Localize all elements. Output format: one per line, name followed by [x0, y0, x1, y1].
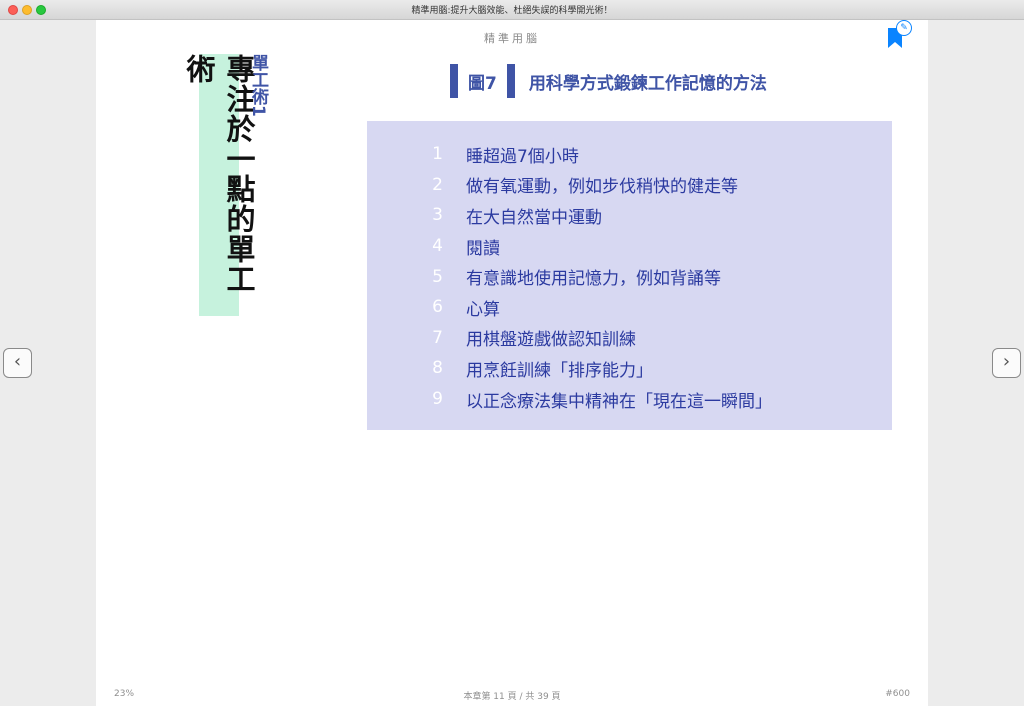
location-number: #600 [885, 689, 910, 699]
item-number: 7 [432, 327, 443, 348]
figure-bar-left [450, 64, 458, 98]
item-text: 閱讀 [466, 238, 500, 259]
list-item: 9 以正念療法集中精神在「現在這一瞬間」 [367, 384, 772, 415]
list-item: 2 做有氧運動，例如步伐稍快的健走等 [367, 170, 772, 201]
figure-title: 用科學方式鍛鍊工作記憶的方法 [528, 73, 767, 94]
figure-box: 1 睡超過7個小時 2 做有氧運動，例如步伐稍快的健走等 3 在大自然當中運動 4 閱讀… [367, 121, 892, 430]
list-item: 5 有意識地使用記憶力，例如背誦等 [367, 261, 772, 292]
item-number: 9 [432, 389, 443, 410]
list-item: 6 心算 [367, 292, 772, 323]
book-page: 精準用腦 ✎ 專注於一點的單工術 單工術1 圖7 用科學方式鍛鍊工作記憶的方法 … [96, 20, 928, 706]
item-text: 用烹飪訓練「排序能力」 [466, 360, 653, 381]
page-info: 本章第 11 頁 / 共 39 頁 [463, 692, 561, 702]
next-page-button[interactable]: › [992, 348, 1021, 378]
item-text: 做有氧運動，例如步伐稍快的健走等 [466, 177, 738, 198]
method-list: 1 睡超過7個小時 2 做有氧運動，例如步伐稍快的健走等 3 在大自然當中運動 4 閱讀… [367, 139, 772, 414]
item-number: 5 [432, 266, 443, 287]
list-item: 7 用棋盤遊戲做認知訓練 [367, 323, 772, 354]
item-number: 2 [432, 174, 443, 195]
figure-heading: 圖7 用科學方式鍛鍊工作記憶的方法 [450, 64, 767, 98]
chevron-right-icon: › [1002, 351, 1011, 372]
item-number: 6 [432, 297, 443, 318]
item-number: 4 [432, 236, 443, 257]
item-text: 以正念療法集中精神在「現在這一瞬間」 [466, 391, 772, 412]
list-item: 8 用烹飪訓練「排序能力」 [367, 353, 772, 384]
item-text: 睡超過7個小時 [466, 146, 579, 167]
item-text: 在大自然當中運動 [466, 207, 602, 228]
chapter-title: 專注於一點的單工術 [182, 54, 256, 316]
figure-bar-right [506, 64, 515, 98]
annotate-icon[interactable]: ✎ [896, 20, 912, 36]
window-title: 精準用腦:提升大腦效能、杜絕失誤的科學開光術！ [411, 6, 613, 16]
chevron-left-icon: ‹ [13, 351, 22, 372]
title-bar: 精準用腦:提升大腦效能、杜絕失誤的科學開光術！ [0, 0, 1024, 20]
previous-page-button[interactable]: ‹ [3, 348, 32, 378]
figure-label: 圖7 [468, 73, 497, 94]
chapter-subtitle: 單工術1 [248, 54, 268, 117]
list-item: 4 閱讀 [367, 231, 772, 262]
item-text: 有意識地使用記憶力，例如背誦等 [466, 269, 721, 290]
item-text: 用棋盤遊戲做認知訓練 [466, 330, 636, 351]
item-number: 8 [432, 358, 443, 379]
list-item: 3 在大自然當中運動 [367, 200, 772, 231]
list-item: 1 睡超過7個小時 [367, 139, 772, 170]
item-text: 心算 [466, 299, 500, 320]
running-head: 精準用腦 [484, 32, 540, 45]
item-number: 3 [432, 205, 443, 226]
item-number: 1 [432, 144, 443, 165]
